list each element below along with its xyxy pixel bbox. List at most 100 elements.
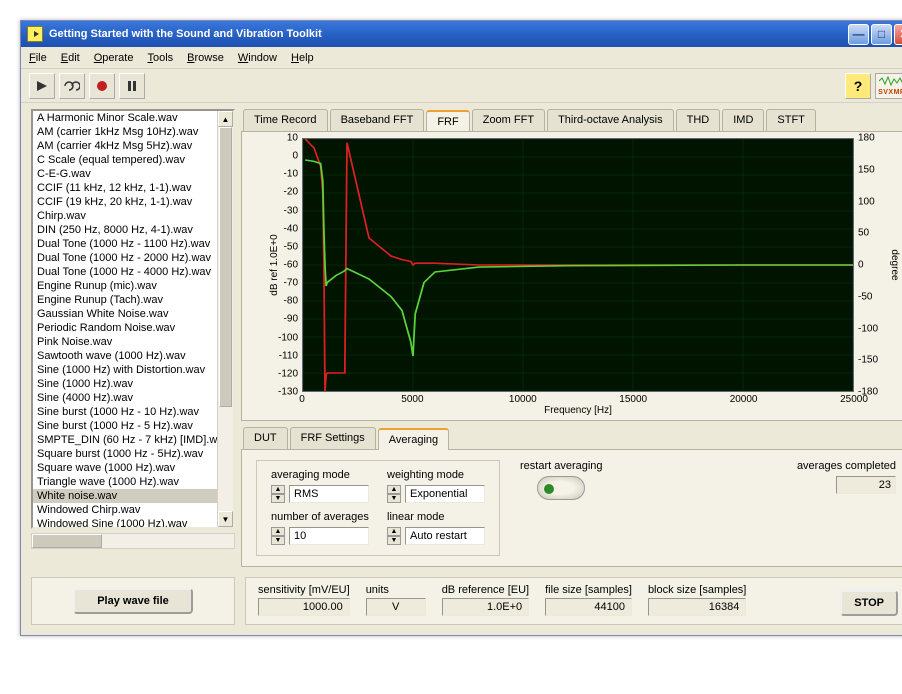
file-list-item[interactable]: C-E-G.wav	[33, 167, 217, 181]
file-list-item[interactable]: Sine burst (1000 Hz - 10 Hz).wav	[33, 405, 217, 419]
file-list-item[interactable]: Windowed Chirp.wav	[33, 503, 217, 517]
minimize-button[interactable]: —	[848, 24, 869, 45]
menu-file[interactable]: File	[29, 52, 47, 64]
file-list-item[interactable]: A Harmonic Minor Scale.wav	[33, 111, 217, 125]
file-list-item[interactable]: Pink Noise.wav	[33, 335, 217, 349]
file-list-item[interactable]: Gaussian White Noise.wav	[33, 307, 217, 321]
file-list-item[interactable]: Square wave (1000 Hz).wav	[33, 461, 217, 475]
scroll-down-button[interactable]: ▼	[218, 511, 233, 527]
y-tick-right: 100	[858, 196, 875, 207]
scroll-thumb-h[interactable]	[32, 534, 102, 548]
help-button[interactable]: ?	[845, 73, 871, 99]
y-tick-left: -10	[284, 169, 298, 180]
file-list-item[interactable]: Dual Tone (1000 Hz - 2000 Hz).wav	[33, 251, 217, 265]
app-icon	[27, 26, 43, 42]
file-list-item[interactable]: Dual Tone (1000 Hz - 4000 Hz).wav	[33, 265, 217, 279]
file-list-item[interactable]: Sawtooth wave (1000 Hz).wav	[33, 349, 217, 363]
file-list-item[interactable]: White noise.wav	[33, 489, 217, 503]
dbref-value[interactable]: 1.0E+0	[442, 598, 529, 616]
averages-completed-label: averages completed	[797, 460, 896, 472]
averaging-mode-value[interactable]: RMS	[289, 485, 369, 503]
abort-button[interactable]	[89, 73, 115, 99]
file-list[interactable]: A Harmonic Minor Scale.wavAM (carrier 1k…	[31, 109, 235, 529]
file-list-item[interactable]: Engine Runup (mic).wav	[33, 279, 217, 293]
file-list-item[interactable]: Dual Tone (1000 Hz - 1100 Hz).wav	[33, 237, 217, 251]
tab-frf[interactable]: FRF	[426, 110, 469, 132]
linear-mode-value[interactable]: Auto restart	[405, 527, 485, 545]
file-list-item[interactable]: SMPTE_DIN (60 Hz - 7 kHz) [IMD].wav	[33, 433, 217, 447]
linear-mode-spin[interactable]: ▲▼	[387, 527, 401, 545]
play-box: Play wave file	[31, 577, 235, 625]
file-list-item[interactable]: Sine (1000 Hz) with Distortion.wav	[33, 363, 217, 377]
tab-averaging[interactable]: Averaging	[378, 428, 449, 450]
averages-completed-value: 23	[836, 476, 896, 494]
file-list-item[interactable]: Square burst (1000 Hz - 5Hz).wav	[33, 447, 217, 461]
menu-help[interactable]: Help	[291, 52, 314, 64]
scrollbar-horizontal[interactable]	[31, 533, 235, 549]
file-list-item[interactable]: Sine (1000 Hz).wav	[33, 377, 217, 391]
file-list-item[interactable]: Windowed Sine (1000 Hz).wav	[33, 517, 217, 527]
blocksize-value[interactable]: 16384	[648, 598, 746, 616]
x-tick: 15000	[619, 394, 647, 405]
num-averages-value[interactable]: 10	[289, 527, 369, 545]
weighting-mode-spin[interactable]: ▲▼	[387, 485, 401, 503]
scroll-up-button[interactable]: ▲	[218, 111, 233, 127]
tab-zoom-fft[interactable]: Zoom FFT	[472, 109, 545, 131]
scroll-thumb[interactable]	[219, 127, 232, 407]
file-list-item[interactable]: Engine Runup (Tach).wav	[33, 293, 217, 307]
scrollbar-vertical[interactable]: ▲ ▼	[217, 111, 233, 527]
y-tick-left: -40	[284, 223, 298, 234]
tab-stft[interactable]: STFT	[766, 109, 816, 131]
averaging-mode-spin[interactable]: ▲▼	[271, 485, 285, 503]
tab-third-octave-analysis[interactable]: Third-octave Analysis	[547, 109, 674, 131]
pause-button[interactable]	[119, 73, 145, 99]
file-list-item[interactable]: Sine burst (1000 Hz - 5 Hz).wav	[33, 419, 217, 433]
close-button[interactable]: ✕	[894, 24, 902, 45]
menu-edit[interactable]: Edit	[61, 52, 80, 64]
y-tick-right: 150	[858, 164, 875, 175]
file-list-item[interactable]: AM (carrier 4kHz Msg 5Hz).wav	[33, 139, 217, 153]
sensitivity-value[interactable]: 1000.00	[258, 598, 350, 616]
chart-canvas[interactable]	[302, 138, 854, 392]
y-tick-right: 50	[858, 228, 869, 239]
tab-time-record[interactable]: Time Record	[243, 109, 328, 131]
file-list-item[interactable]: Chirp.wav	[33, 209, 217, 223]
run-continuous-button[interactable]	[59, 73, 85, 99]
menu-browse[interactable]: Browse	[187, 52, 224, 64]
example-logo[interactable]: SVXMPL	[875, 73, 902, 99]
file-list-item[interactable]: DIN (250 Hz, 8000 Hz, 4-1).wav	[33, 223, 217, 237]
maximize-button[interactable]: □	[871, 24, 892, 45]
file-list-item[interactable]: C Scale (equal tempered).wav	[33, 153, 217, 167]
tab-dut[interactable]: DUT	[243, 427, 288, 449]
file-list-item[interactable]: AM (carrier 1kHz Msg 10Hz).wav	[33, 125, 217, 139]
menu-window[interactable]: Window	[238, 52, 277, 64]
weighting-mode-label: weighting mode	[387, 469, 485, 481]
x-tick: 25000	[840, 394, 868, 405]
tab-baseband-fft[interactable]: Baseband FFT	[330, 109, 425, 131]
file-list-item[interactable]: CCIF (11 kHz, 12 kHz, 1-1).wav	[33, 181, 217, 195]
run-button[interactable]	[29, 73, 55, 99]
y-axis-right-label: degree	[889, 249, 900, 280]
num-averages-spin[interactable]: ▲▼	[271, 527, 285, 545]
x-tick: 0	[299, 394, 305, 405]
tab-imd[interactable]: IMD	[722, 109, 764, 131]
restart-averaging-switch[interactable]	[537, 476, 585, 500]
x-tick: 20000	[730, 394, 758, 405]
dbref-label: dB reference [EU]	[442, 584, 529, 596]
menu-tools[interactable]: Tools	[147, 52, 173, 64]
file-list-item[interactable]: CCIF (19 kHz, 20 kHz, 1-1).wav	[33, 195, 217, 209]
menu-operate[interactable]: Operate	[94, 52, 134, 64]
x-tick: 10000	[509, 394, 537, 405]
stop-button[interactable]: STOP	[840, 590, 898, 616]
tab-thd[interactable]: THD	[676, 109, 721, 131]
y-tick-left: -130	[278, 387, 298, 398]
y-tick-left: -50	[284, 241, 298, 252]
file-list-item[interactable]: Triangle wave (1000 Hz).wav	[33, 475, 217, 489]
play-wave-button[interactable]: Play wave file	[73, 588, 193, 614]
tab-frf-settings[interactable]: FRF Settings	[290, 427, 376, 449]
file-list-item[interactable]: Periodic Random Noise.wav	[33, 321, 217, 335]
file-list-item[interactable]: Sine (4000 Hz).wav	[33, 391, 217, 405]
units-value[interactable]: V	[366, 598, 426, 616]
weighting-mode-value[interactable]: Exponential	[405, 485, 485, 503]
titlebar: Getting Started with the Sound and Vibra…	[21, 21, 902, 47]
